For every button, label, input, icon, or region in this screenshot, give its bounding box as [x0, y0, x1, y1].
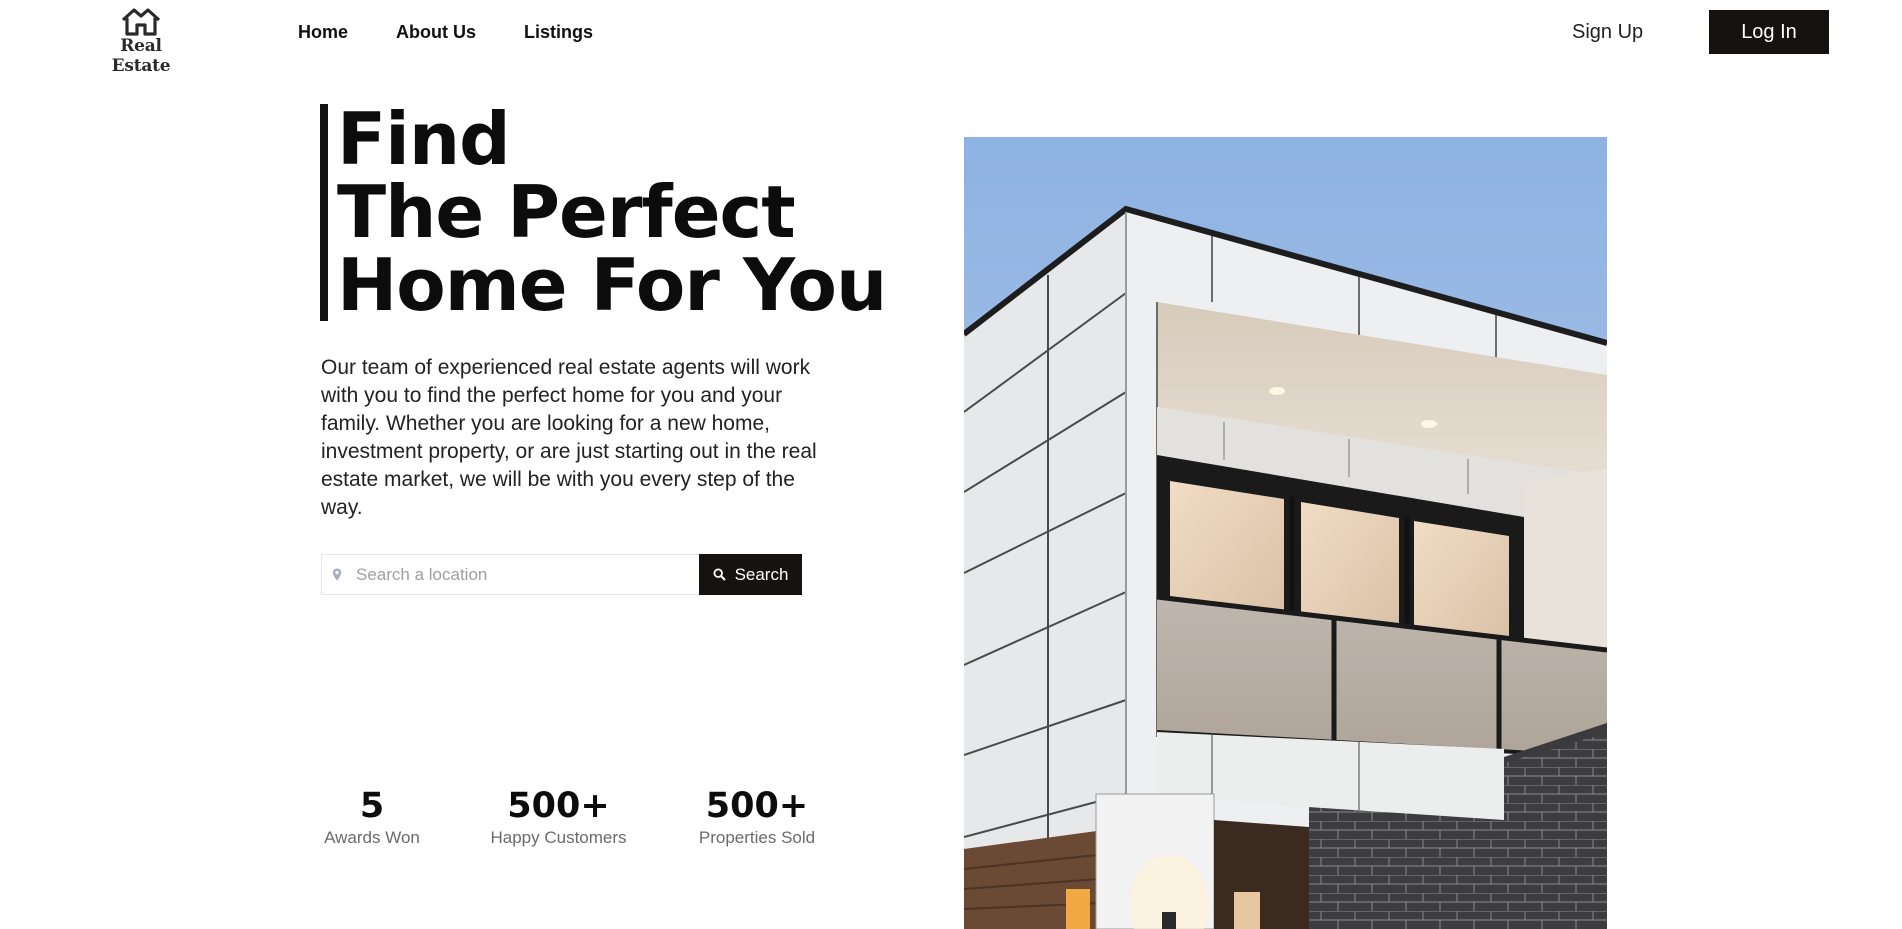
- stat-properties: 500+ Properties Sold: [696, 786, 818, 848]
- stat-value: 500+: [705, 786, 809, 826]
- search-icon: [713, 568, 726, 581]
- hero-title: Find The Perfect Home For You: [337, 97, 887, 327]
- nav-about-us[interactable]: About Us: [396, 22, 476, 43]
- hero-house-image: [964, 137, 1607, 929]
- hero-title-line-3: Home For You: [337, 243, 887, 327]
- stat-value: 5: [359, 786, 385, 826]
- hero-title-line-2: The Perfect: [337, 170, 796, 254]
- search-input[interactable]: [354, 563, 688, 586]
- stat-label: Happy Customers: [490, 828, 627, 847]
- house-outline-icon: [121, 8, 161, 36]
- stat-customers: 500+ Happy Customers: [486, 786, 631, 848]
- sign-up-link[interactable]: Sign Up: [1572, 21, 1643, 44]
- stat-awards: 5 Awards Won: [321, 786, 423, 848]
- search-button-label: Search: [734, 564, 789, 584]
- hero-description: Our team of experienced real estate agen…: [321, 356, 817, 519]
- log-in-button[interactable]: Log In: [1709, 10, 1829, 54]
- stat-label: Properties Sold: [698, 828, 816, 847]
- stat-value: 500+: [507, 786, 610, 826]
- main-nav: Home About Us Listings: [298, 22, 593, 43]
- brand-logo[interactable]: Real Estate: [96, 6, 186, 76]
- title-accent-bar: [320, 104, 328, 321]
- brand-name: Real Estate: [111, 36, 171, 76]
- location-search-box[interactable]: [321, 554, 700, 595]
- nav-home[interactable]: Home: [298, 22, 348, 43]
- search-button[interactable]: Search: [699, 554, 802, 595]
- map-pin-icon: [332, 568, 344, 582]
- hero-title-line-1: Find: [337, 97, 511, 181]
- nav-listings[interactable]: Listings: [524, 22, 593, 43]
- stat-label: Awards Won: [324, 828, 420, 847]
